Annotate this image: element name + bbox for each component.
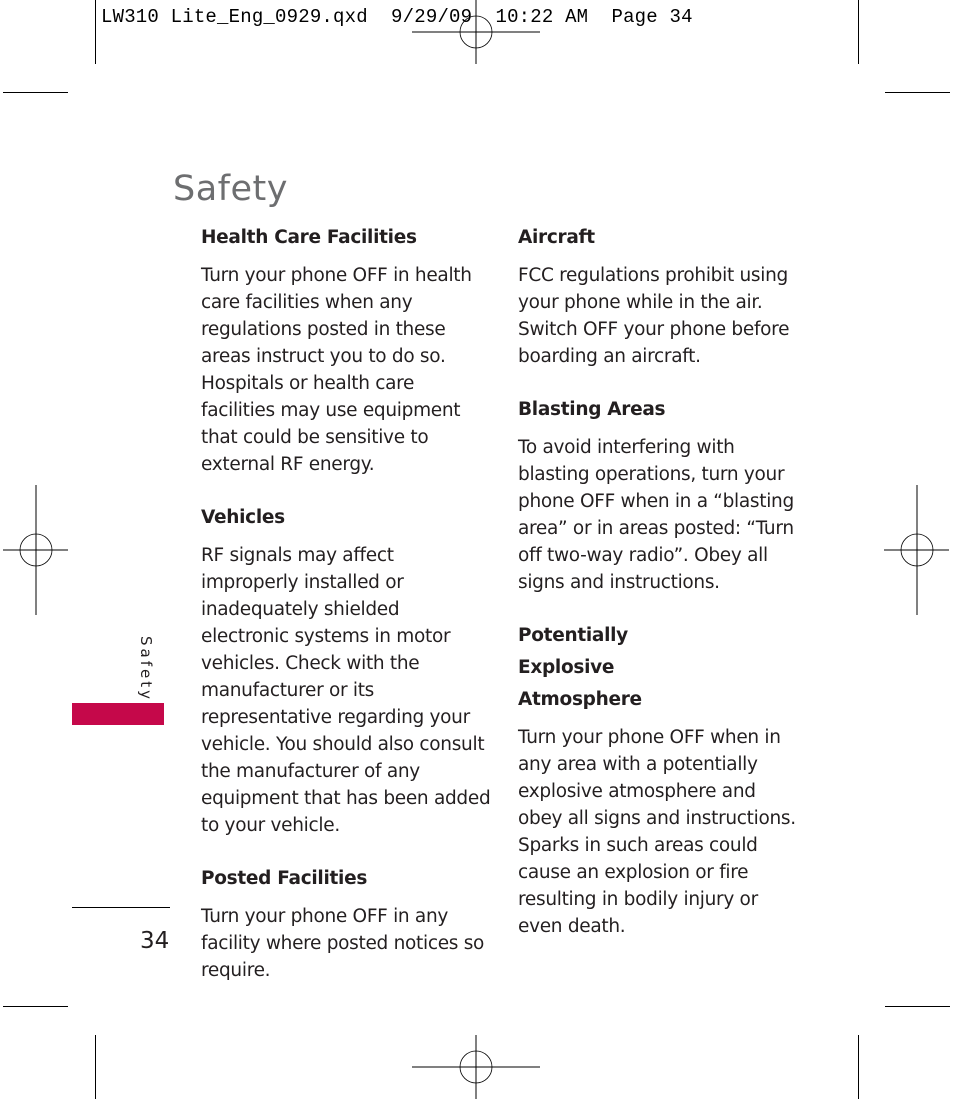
section-heading: Vehicles: [201, 507, 285, 528]
crop-mark-bottom-left-vertical: [95, 1035, 96, 1099]
section-body: Turn your phone OFF in health care facil…: [201, 265, 472, 475]
crop-mark-bottom-right-horizontal: [885, 1006, 950, 1007]
section-heading: Health Care Facilities: [201, 227, 417, 248]
page-number: 34: [140, 928, 170, 954]
left-column: Health Care Facilities Turn your phone O…: [201, 222, 491, 1008]
registration-mark-bottom: [412, 1035, 540, 1099]
folio-rule: [72, 907, 170, 908]
crop-mark-bottom-left-horizontal: [3, 1006, 68, 1007]
side-tab-label: Safety: [137, 636, 155, 702]
section-body: FCC regulations prohibit using your phon…: [518, 265, 790, 367]
section-body: Turn your phone OFF in any facility wher…: [201, 906, 485, 981]
section-heading: Blasting Areas: [518, 399, 666, 420]
crop-mark-bottom-right-vertical: [858, 1035, 859, 1099]
crop-mark-top-left-horizontal: [3, 92, 68, 93]
section-potentially-explosive-atmosphere: Potentially Explosive Atmosphere Turn yo…: [518, 620, 803, 940]
crop-mark-top-right-vertical: [858, 0, 859, 64]
section-blasting-areas: Blasting Areas To avoid interfering with…: [518, 394, 803, 596]
registration-mark-right: [884, 485, 949, 615]
section-heading: Posted Facilities: [201, 868, 368, 889]
crop-mark-top-left-vertical: [95, 0, 96, 64]
section-health-care-facilities: Health Care Facilities Turn your phone O…: [201, 222, 491, 478]
registration-mark-left: [3, 485, 68, 615]
page-title: Safety: [173, 169, 288, 210]
right-column: Aircraft FCC regulations prohibit using …: [518, 222, 803, 964]
section-heading: Potentially Explosive Atmosphere: [518, 625, 642, 710]
section-posted-facilities: Posted Facilities Turn your phone OFF in…: [201, 863, 491, 984]
section-body: RF signals may affect improperly install…: [201, 545, 491, 836]
section-aircraft: Aircraft FCC regulations prohibit using …: [518, 222, 803, 370]
crop-mark-top-right-horizontal: [885, 92, 950, 93]
side-tab-bar: [72, 703, 164, 725]
slug-line: LW310 Lite_Eng_0929.qxd 9/29/09 10:22 AM…: [101, 6, 693, 28]
section-heading: Aircraft: [518, 227, 595, 248]
section-vehicles: Vehicles RF signals may affect improperl…: [201, 502, 491, 839]
section-body: To avoid interfering with blasting opera…: [518, 437, 794, 593]
section-body: Turn your phone OFF when in any area wit…: [518, 727, 796, 937]
